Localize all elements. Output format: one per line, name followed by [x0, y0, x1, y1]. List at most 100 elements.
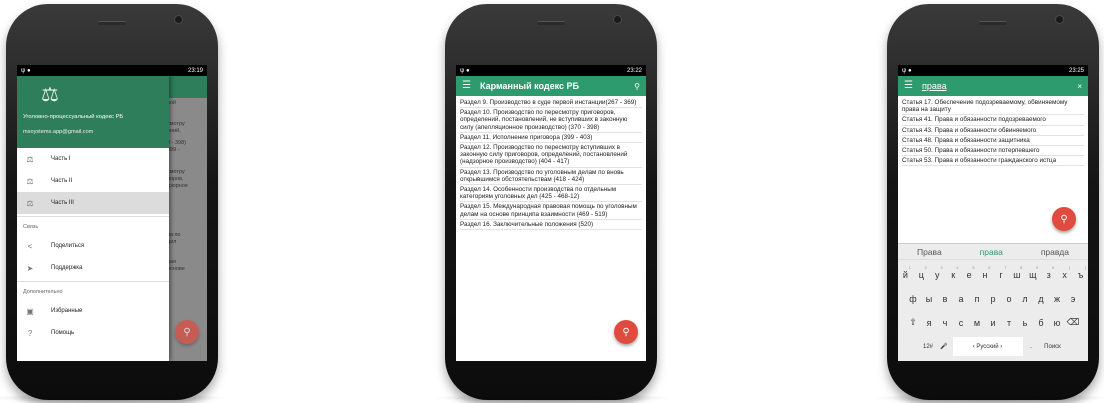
keyboard-key[interactable]: д — [1034, 289, 1049, 308]
keyboard-key[interactable]: ы — [922, 289, 937, 308]
search-key[interactable]: Поиск — [1040, 337, 1066, 356]
help-icon: ? — [27, 328, 33, 338]
search-icon[interactable]: ⚲ — [634, 82, 640, 91]
search-input[interactable]: права — [922, 81, 1077, 91]
keyboard-key[interactable]: с — [954, 313, 969, 332]
underlay-text: смотру — [167, 121, 185, 127]
bookmark-icon: ▣ — [26, 306, 34, 316]
share-icon: < — [27, 241, 33, 251]
search-bar: ☰ права × — [898, 76, 1088, 96]
suggestion[interactable]: правда — [1041, 247, 1069, 257]
hamburger-menu-icon[interactable]: ☰ — [904, 81, 914, 91]
keyboard-key[interactable]: т — [1002, 313, 1017, 332]
keyboard-key[interactable]: н6 — [978, 265, 993, 284]
keyboard-key[interactable]: э — [1066, 289, 1081, 308]
mic-key[interactable]: 🎤 — [937, 337, 952, 356]
screen-sections-list: ψ ● 23:22 ☰ Карманный кодекс РБ ⚲ Раздел… — [456, 65, 646, 361]
period-key[interactable]: . — [1024, 337, 1039, 356]
drawer-item-share[interactable]: < Поделиться — [17, 235, 169, 257]
screen-search: ψ ● 23:25 ☰ права × Статья 17. Обеспечен… — [898, 65, 1088, 361]
list-item[interactable]: Статья 17. Обеспечение подозреваемому, о… — [902, 98, 1084, 116]
keyboard-key[interactable]: м — [970, 313, 985, 332]
close-icon[interactable]: × — [1077, 82, 1082, 91]
list-item[interactable]: Раздел 13. Производство по уголовным дел… — [460, 168, 642, 186]
list-item[interactable]: Раздел 12. Производство по пересмотру вс… — [460, 143, 642, 168]
hamburger-menu-icon[interactable]: ☰ — [462, 81, 472, 91]
drawer-item-label: Поделиться — [51, 243, 85, 249]
keyboard-key[interactable]: р — [986, 289, 1001, 308]
underlay-text: 0 - 398) — [167, 140, 186, 146]
keyboard-key[interactable]: и — [986, 313, 1001, 332]
search-fab[interactable]: ⚲ — [1052, 207, 1076, 231]
drawer-item-favorites[interactable]: ▣ Избранные — [17, 300, 169, 322]
list-item[interactable]: Статья 50. Права и обязанности потерпевш… — [902, 146, 1084, 157]
list-item[interactable]: Раздел 10. Производство по пересмотру пр… — [460, 108, 642, 133]
search-fab[interactable]: ⚲ — [175, 320, 199, 344]
keyboard-key[interactable]: х( — [1057, 265, 1072, 284]
keyboard-key[interactable]: ф — [906, 289, 921, 308]
drawer-item-help[interactable]: ? Помощь — [17, 322, 169, 344]
keyboard-key[interactable]: в — [938, 289, 953, 308]
keyboard-key[interactable]: ъ) — [1073, 265, 1088, 284]
keyboard-key[interactable]: а — [954, 289, 969, 308]
underlay-text: смотру — [167, 169, 185, 175]
keyboard-key[interactable]: п — [970, 289, 985, 308]
suggestion[interactable]: права — [980, 247, 1003, 257]
floor-shadow — [0, 393, 230, 403]
search-fab[interactable]: ⚲ — [614, 320, 638, 344]
notification-icons: ψ ● — [21, 67, 31, 74]
shift-key[interactable]: ⇧ — [906, 313, 921, 332]
underlay-text: воров, — [167, 176, 184, 182]
keyboard-key[interactable]: щ9 — [1025, 265, 1040, 284]
keyboard-key[interactable]: ю — [1050, 313, 1065, 332]
list-item[interactable]: Статья 48. Права и обязанности защитника — [902, 136, 1084, 147]
symbols-key[interactable]: 12# — [921, 337, 936, 356]
status-time: 23:19 — [187, 67, 203, 74]
list-item[interactable]: Раздел 15. Международная правовая помощь… — [460, 202, 642, 220]
keyboard-key[interactable]: к4 — [946, 265, 961, 284]
keyboard-key[interactable]: ч — [938, 313, 953, 332]
key-hint: ) — [1084, 265, 1087, 270]
list-item[interactable]: Статья 43. Права и обязанности обвиняемо… — [902, 126, 1084, 136]
keyboard-key[interactable]: ц2 — [914, 265, 929, 284]
keyboard-key[interactable]: ь — [1018, 313, 1033, 332]
list-item[interactable]: Раздел 9. Производство в суде первой инс… — [460, 98, 642, 109]
suggestion[interactable]: Права — [917, 247, 942, 257]
divider — [17, 281, 169, 282]
keyboard-key[interactable]: ш8 — [1009, 265, 1024, 284]
keyboard-key[interactable]: й1 — [898, 265, 913, 284]
list-item[interactable]: Раздел 16. Заключительные положения (520… — [460, 220, 642, 231]
keyboard-key[interactable]: б — [1034, 313, 1049, 332]
list-item[interactable]: Статья 53. Права и обязанности гражданск… — [902, 156, 1084, 167]
keyboard-key[interactable]: з0 — [1041, 265, 1056, 284]
keyboard-key[interactable]: ж — [1050, 289, 1065, 308]
drawer-item-label: Часть II — [51, 178, 73, 184]
section-header-more: Дополнительно — [23, 289, 63, 295]
drawer-item-support[interactable]: ➤ Поддержка — [17, 257, 169, 279]
search-icon: ⚲ — [183, 326, 191, 338]
drawer-item-part-2[interactable]: ⚖ Часть II — [17, 170, 169, 192]
list-item[interactable]: Раздел 14. Особенности производства по о… — [460, 185, 642, 203]
keyboard-key[interactable]: л — [1018, 289, 1033, 308]
keyboard-key[interactable]: о — [1002, 289, 1017, 308]
keyboard-key[interactable]: у3 — [930, 265, 945, 284]
list-item[interactable]: Раздел 11. Исполнение приговора (399 - 4… — [460, 133, 642, 144]
drawer-item-part-3[interactable]: ⚖ Часть III — [17, 192, 169, 214]
earpiece — [979, 21, 1007, 25]
drawer-item-label: Помощь — [51, 330, 75, 336]
backspace-key[interactable]: ⌫ — [1066, 313, 1081, 332]
keyboard-key[interactable]: е5 — [962, 265, 977, 284]
keyboard-key[interactable]: г7 — [994, 265, 1009, 284]
list-item[interactable]: Статья 41. Права и обязанности подозрева… — [902, 115, 1084, 126]
space-key[interactable]: ‹ Русский › — [952, 337, 1023, 356]
status-bar: ψ ● 23:25 — [898, 65, 1088, 76]
key-hint: 1 — [908, 265, 911, 270]
key-hint: 0 — [1051, 265, 1055, 270]
earpiece — [98, 21, 126, 25]
drawer-item-part-1[interactable]: ⚖ Часть I — [17, 148, 169, 170]
keyboard-key[interactable]: я — [922, 313, 937, 332]
send-icon: ➤ — [26, 263, 34, 273]
key-hint: ( — [1068, 265, 1071, 270]
drawer-header: ⚖ Уголовно-процессуальный кодекс РБ msoy… — [17, 76, 169, 148]
keyboard-row: ⇧ ячсмитьбю ⌫ — [898, 313, 1088, 332]
